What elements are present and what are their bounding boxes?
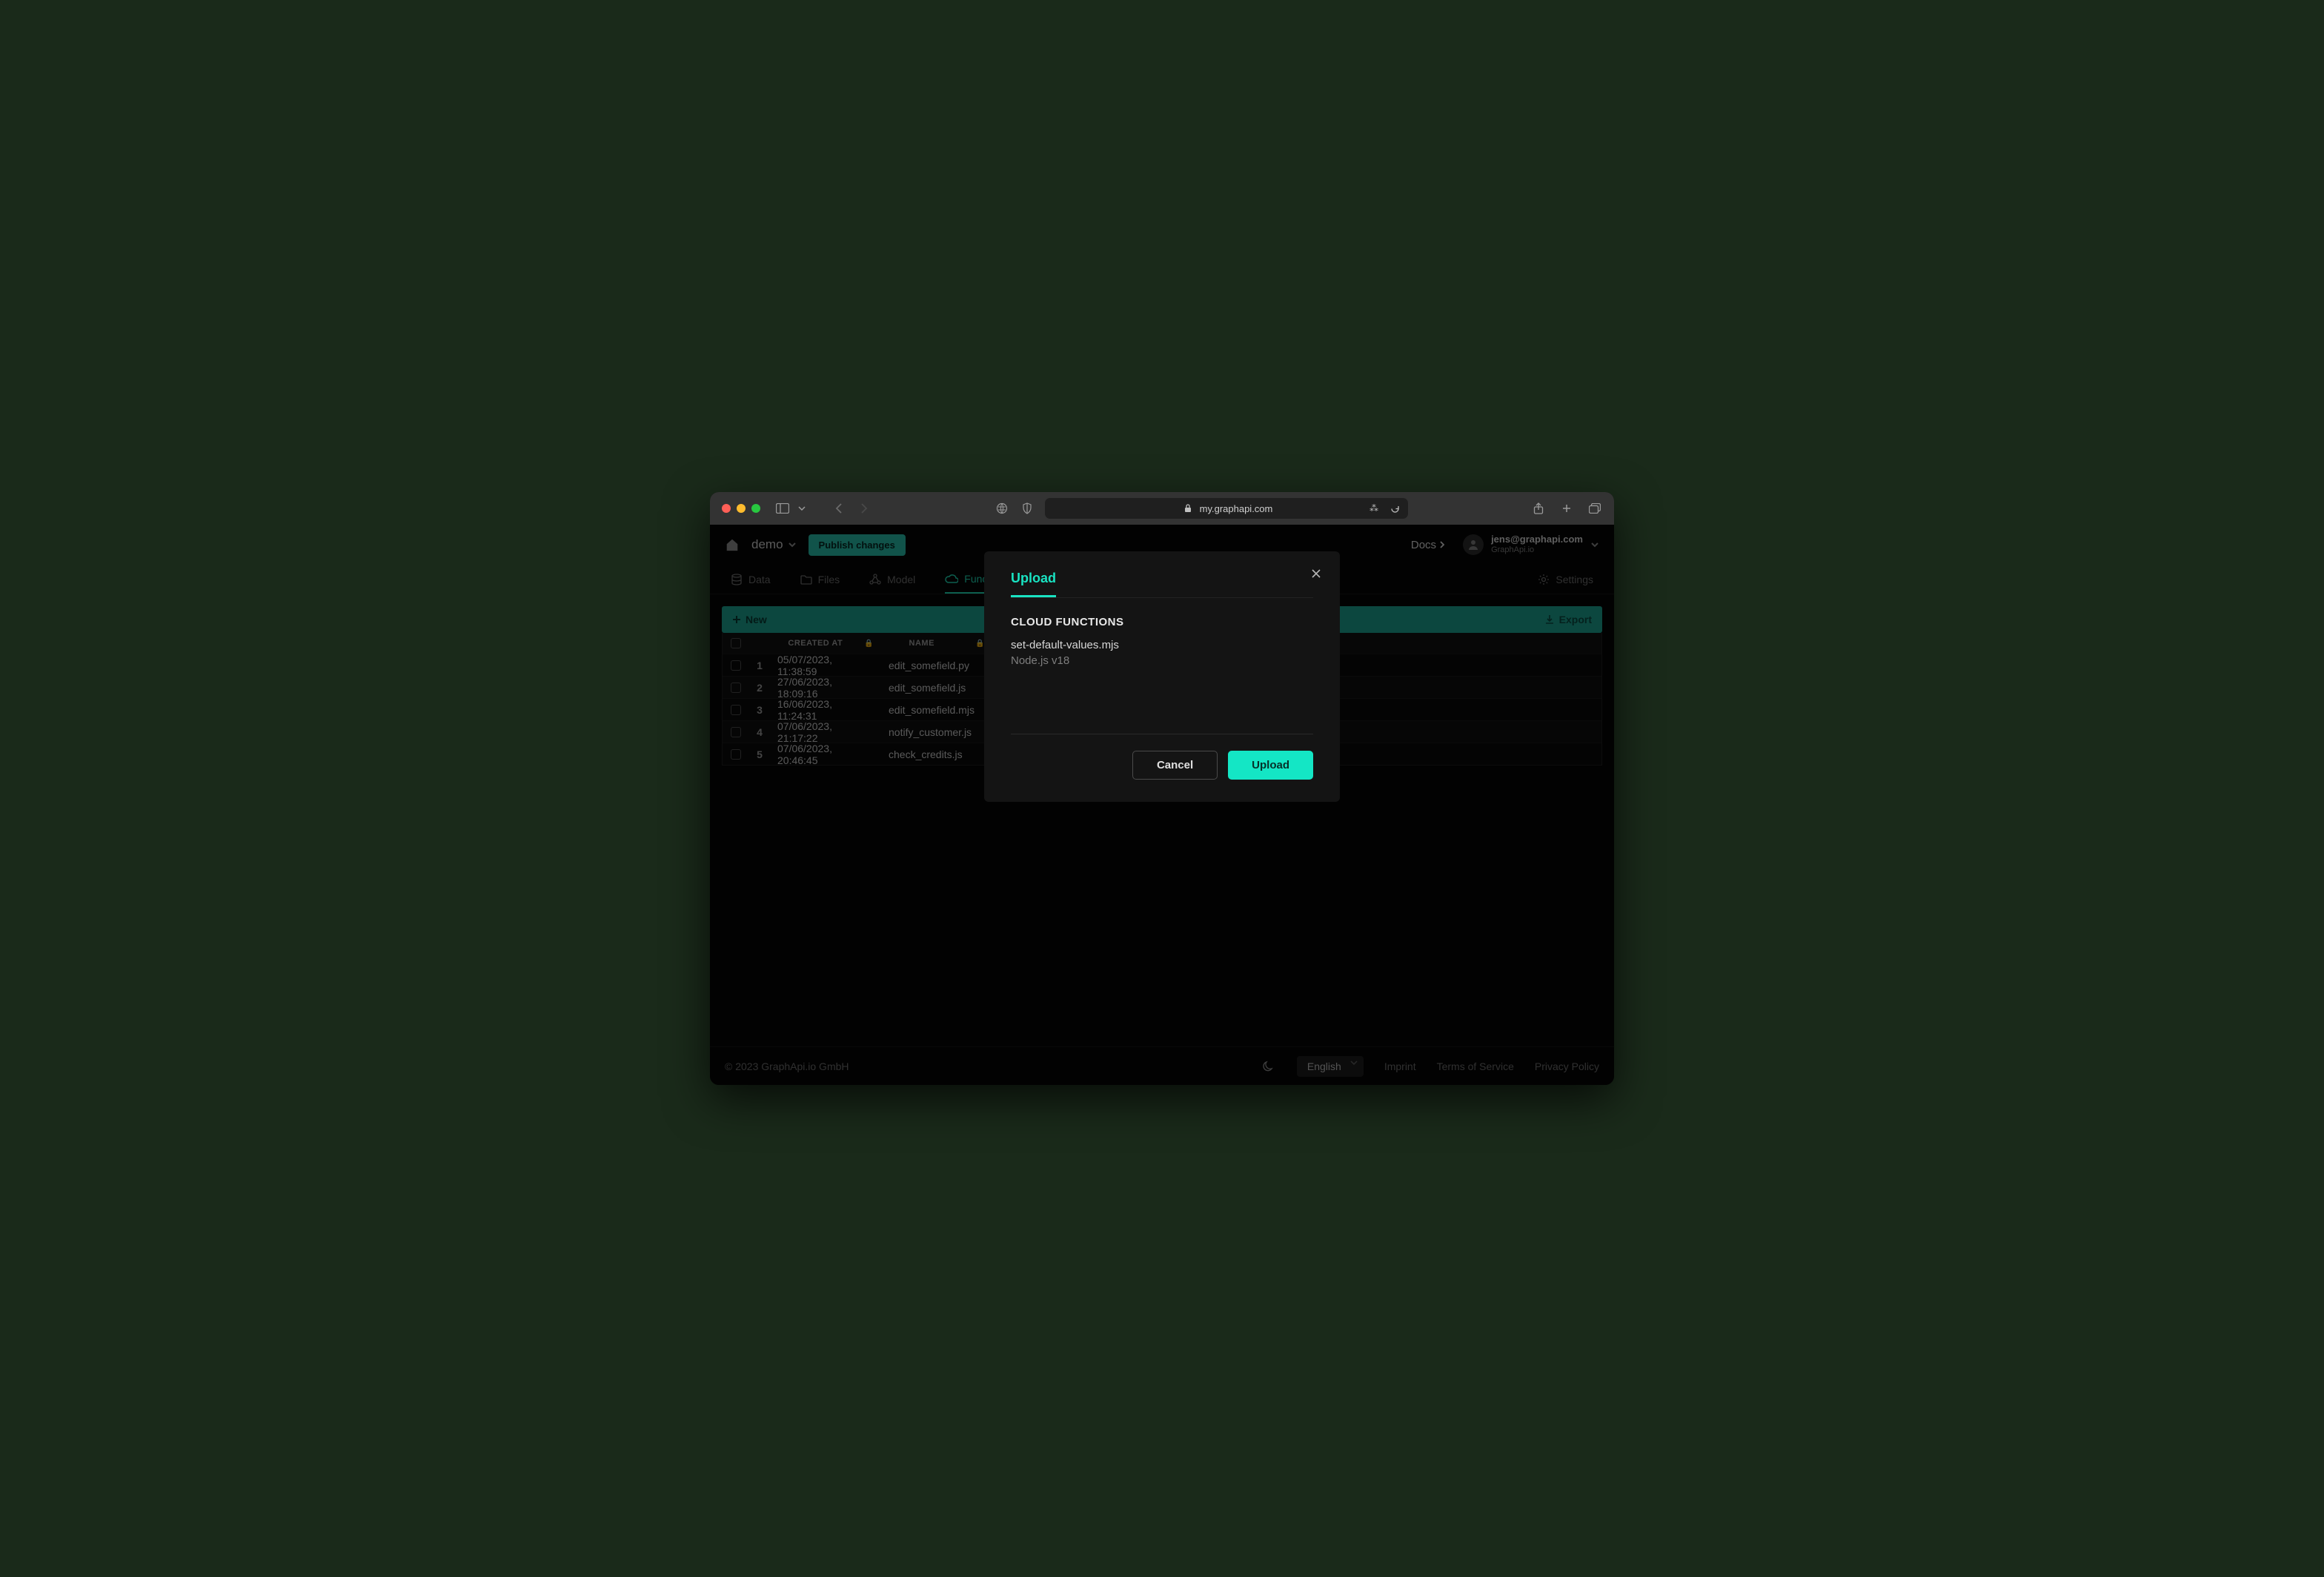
back-button[interactable] bbox=[831, 501, 846, 516]
modal-overlay[interactable]: Upload CLOUD FUNCTIONS set-default-value… bbox=[710, 525, 1614, 1085]
maximize-window-button[interactable] bbox=[751, 504, 760, 513]
modal-actions: Cancel Upload bbox=[1011, 751, 1313, 780]
sidebar-toggle-group bbox=[775, 501, 809, 516]
url-text: my.graphapi.com bbox=[1200, 503, 1273, 514]
sidebar-icon[interactable] bbox=[775, 501, 790, 516]
window-controls bbox=[722, 504, 760, 513]
minimize-window-button[interactable] bbox=[737, 504, 746, 513]
reload-icon[interactable] bbox=[1387, 501, 1402, 516]
modal-tabs: Upload bbox=[1011, 571, 1313, 598]
translate-icon[interactable]: ⁂ bbox=[1367, 501, 1381, 516]
upload-button[interactable]: Upload bbox=[1228, 751, 1313, 780]
modal-heading: CLOUD FUNCTIONS bbox=[1011, 616, 1313, 628]
tabs-icon[interactable] bbox=[1587, 501, 1602, 516]
upload-modal: Upload CLOUD FUNCTIONS set-default-value… bbox=[984, 551, 1340, 802]
address-bar[interactable]: my.graphapi.com ⁂ bbox=[1045, 498, 1408, 519]
new-tab-icon[interactable] bbox=[1559, 501, 1574, 516]
forward-button[interactable] bbox=[857, 501, 872, 516]
close-icon[interactable] bbox=[1310, 568, 1322, 580]
address-bar-actions: ⁂ bbox=[1367, 501, 1402, 516]
upload-filename: set-default-values.mjs bbox=[1011, 639, 1313, 651]
cancel-button[interactable]: Cancel bbox=[1132, 751, 1218, 780]
share-icon[interactable] bbox=[1531, 501, 1546, 516]
lock-icon bbox=[1181, 501, 1195, 516]
titlebar-right bbox=[1531, 501, 1602, 516]
browser-titlebar: my.graphapi.com ⁂ bbox=[710, 492, 1614, 525]
close-window-button[interactable] bbox=[722, 504, 731, 513]
shield-icon[interactable] bbox=[995, 501, 1009, 516]
upload-runtime: Node.js v18 bbox=[1011, 654, 1313, 667]
navigation-arrows bbox=[831, 501, 872, 516]
address-area: my.graphapi.com ⁂ bbox=[880, 498, 1522, 519]
privacy-icon[interactable] bbox=[1020, 501, 1035, 516]
modal-tab-upload[interactable]: Upload bbox=[1011, 571, 1056, 597]
chevron-down-icon[interactable] bbox=[794, 501, 809, 516]
browser-window: my.graphapi.com ⁂ bbox=[710, 492, 1614, 1085]
